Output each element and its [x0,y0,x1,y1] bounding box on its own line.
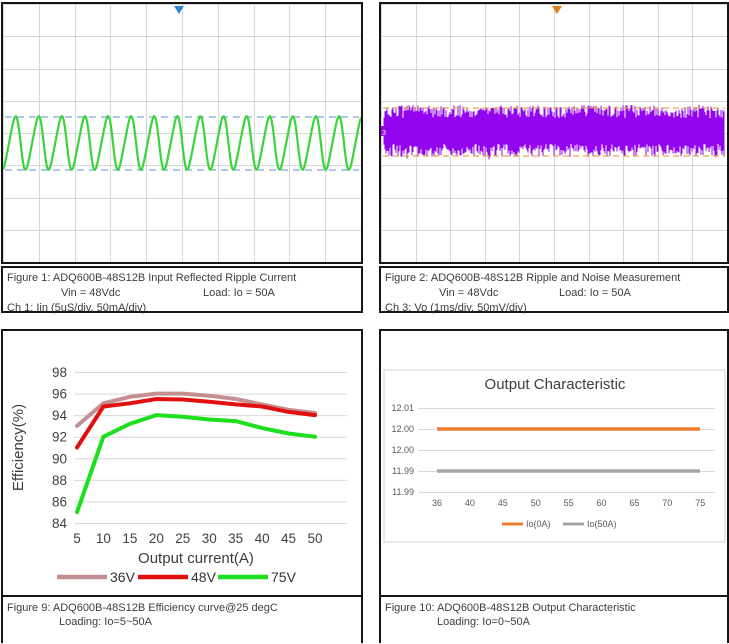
fig2-caption-box: Figure 2: ADQ600B-48S12B Ripple and Nois… [379,266,729,314]
svg-text:Output Characteristic: Output Characteristic [485,376,626,393]
figure10-panel: Output Characteristic 12.01 12.00 12.00 11.9… [379,329,729,644]
efficiency-chart: 84 86 88 90 92 94 96 98 5 10 15 20 25 30 35 40 45 50 Outpu… [10,365,347,585]
svg-text:86: 86 [52,494,67,509]
svg-text:48V: 48V [191,569,217,585]
fig1-vin-value: Vin = 48Vdc [61,287,121,299]
svg-text:30: 30 [202,531,217,546]
fig9-loading-info: Loading: Io=5~50A [59,616,152,628]
fig2-oscilloscope-screen: 3 [379,2,729,264]
svg-text:55: 55 [564,498,574,508]
svg-text:3: 3 [382,130,386,137]
fig10-caption-box: Figure 10: ADQ600B-48S12B Output Charact… [381,595,727,644]
svg-text:45: 45 [281,531,296,546]
svg-text:75V: 75V [271,569,297,585]
svg-text:20: 20 [149,531,164,546]
svg-text:5: 5 [73,531,81,546]
svg-text:75: 75 [695,498,705,508]
svg-text:36: 36 [432,498,442,508]
svg-text:60: 60 [596,498,606,508]
noise-waveform [383,104,725,160]
fig9-caption-title: Figure 9: ADQ600B-48S12B Efficiency curv… [7,602,278,614]
svg-text:Efficiency(%): Efficiency(%) [10,404,27,491]
svg-text:11.99: 11.99 [392,487,414,497]
svg-text:15: 15 [122,531,137,546]
fig9-caption-box: Figure 9: ADQ600B-48S12B Efficiency curv… [3,595,361,644]
svg-text:Io(0A): Io(0A) [526,519,551,529]
svg-text:98: 98 [52,365,67,380]
fig2-load-value: Load: Io = 50A [559,287,631,299]
trigger-marker-icon [552,6,562,14]
svg-text:12.00: 12.00 [391,445,414,455]
svg-text:11.99: 11.99 [392,466,414,476]
fig1-load-value: Load: Io = 50A [203,287,275,299]
svg-text:65: 65 [629,498,639,508]
svg-text:36V: 36V [110,569,136,585]
svg-text:90: 90 [52,451,67,466]
svg-text:40: 40 [255,531,270,546]
fig1-caption-box: Figure 1: ADQ600B-48S12B Input Reflected… [1,266,363,314]
figure2-panel: 3 Figure 2: ADQ600B-48S12B Ripple and No… [379,2,729,314]
fig2-channel-info: Ch 3: Vo (1ms/div, 50mV/div) [385,302,527,314]
figure9-panel: 84 86 88 90 92 94 96 98 5 10 15 20 25 30 35 40 45 50 Outpu… [1,329,363,644]
fig2-caption-title: Figure 2: ADQ600B-48S12B Ripple and Nois… [385,272,681,284]
fig2-vin-value: Vin = 48Vdc [439,287,499,299]
svg-text:40: 40 [465,498,475,508]
svg-text:50: 50 [307,531,322,546]
svg-text:84: 84 [52,516,68,531]
svg-text:10: 10 [96,531,111,546]
fig1-caption-conditions: Vin = 48Vdc Load: Io = 50A [3,286,361,301]
svg-text:25: 25 [175,531,190,546]
fig2-caption-conditions: Vin = 48Vdc Load: Io = 50A [381,286,727,301]
svg-text:88: 88 [52,473,67,488]
svg-text:92: 92 [52,430,67,445]
svg-text:12.01: 12.01 [391,403,414,413]
output-characteristic-chart: Output Characteristic 12.01 12.00 12.00 11.9… [383,369,726,543]
svg-text:96: 96 [52,387,67,402]
series-75V [75,413,317,515]
svg-text:94: 94 [52,408,68,423]
svg-text:Output current(A): Output current(A) [138,550,254,567]
fig1-caption-title: Figure 1: ADQ600B-48S12B Input Reflected… [7,272,297,284]
svg-text:70: 70 [662,498,672,508]
fig1-channel-info: Ch 1: Iin (5uS/div, 50mA/div) [7,302,147,314]
figure1-panel: Figure 1: ADQ600B-48S12B Input Reflected… [1,2,363,314]
svg-text:35: 35 [228,531,243,546]
svg-text:50: 50 [531,498,541,508]
fig10-loading-info: Loading: Io=0~50A [437,616,530,628]
svg-text:12.00: 12.00 [391,424,414,434]
svg-text:45: 45 [498,498,508,508]
fig1-oscilloscope-screen [1,2,363,264]
svg-text:Io(50A): Io(50A) [587,519,617,529]
fig10-caption-title: Figure 10: ADQ600B-48S12B Output Charact… [385,602,636,614]
